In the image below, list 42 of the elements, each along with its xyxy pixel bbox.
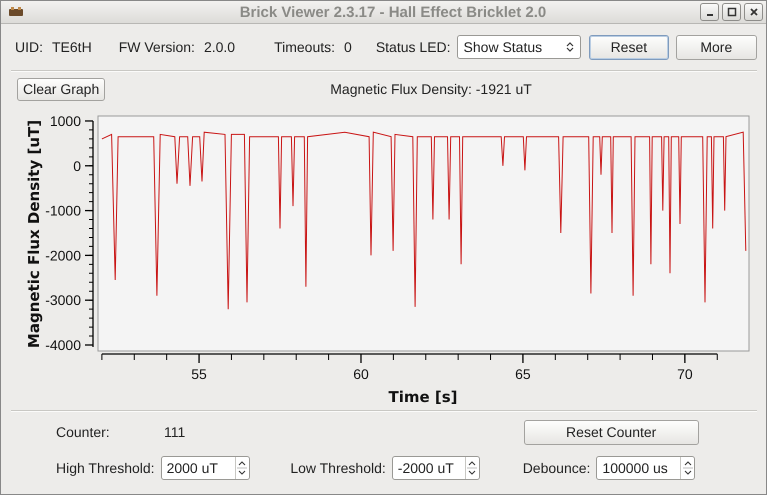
x-tick-label: 65 [515, 366, 531, 382]
timeouts-label: Timeouts: [274, 39, 336, 55]
updown-icon [566, 41, 574, 53]
timeouts-value: 0 [344, 39, 352, 55]
fw-version-value: 2.0.0 [204, 39, 236, 55]
counter-value: 111 [164, 424, 186, 440]
clear-graph-button[interactable]: Clear Graph [17, 78, 106, 100]
close-icon [748, 7, 758, 17]
x-tick-label: 55 [191, 366, 207, 382]
maximize-icon [726, 7, 736, 17]
x-tick-label: 60 [353, 366, 369, 382]
status-led-label: Status LED: [376, 39, 451, 55]
reset-counter-button[interactable]: Reset Counter [524, 420, 699, 444]
spin-box[interactable]: 2000 uT [160, 456, 250, 480]
minimize-button[interactable] [700, 3, 719, 21]
fw-version-label: FW Version: [118, 39, 195, 55]
current-value-text: Magnetic Flux Density: -1921 uT [330, 81, 532, 97]
y-tick-label: -4000 [45, 337, 81, 353]
minimize-icon [706, 14, 712, 16]
x-axis-title: Time [s] [388, 388, 458, 406]
setting-label: Low Threshold: [290, 460, 386, 476]
status-led-dropdown[interactable]: Show Status [456, 35, 582, 59]
setting-label: Debounce: [522, 460, 590, 476]
maximize-button[interactable] [722, 3, 741, 21]
uid-label: UID: [15, 39, 43, 55]
y-tick-label: -3000 [45, 292, 81, 308]
brick-icon [8, 6, 24, 18]
setting-label: High Threshold: [56, 460, 155, 476]
window-title: Brick Viewer 2.3.17 - Hall Effect Bricklet 2.0 [238, 4, 548, 20]
close-button[interactable] [744, 3, 763, 21]
reset-button[interactable]: Reset [589, 34, 669, 60]
spin-box[interactable]: -2000 uT [392, 456, 480, 480]
y-tick-label: 0 [73, 158, 81, 174]
more-button[interactable]: More [676, 34, 757, 60]
spin-box[interactable]: 100000 us [596, 456, 696, 480]
y-axis-title: Magnetic Flux Density [uT] [25, 120, 43, 348]
uid-value: TE6tH [52, 39, 92, 55]
x-tick-label: 70 [677, 366, 693, 382]
y-tick-label: 1000 [50, 112, 81, 129]
y-tick-label: -2000 [45, 247, 81, 264]
counter-label: Counter: [56, 424, 111, 440]
y-tick-label: -1000 [45, 202, 81, 219]
